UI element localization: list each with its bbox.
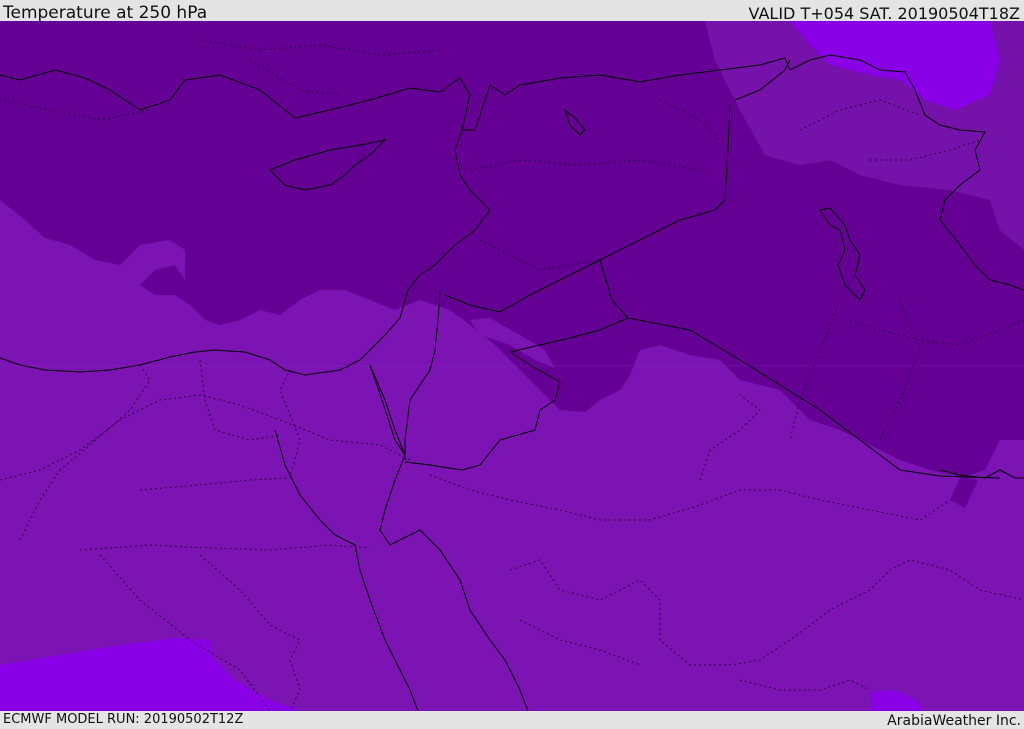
temperature-map-svg: [0, 21, 1024, 711]
model-run-label: ECMWF MODEL RUN: 20190502T12Z: [3, 712, 244, 727]
map-title: Temperature at 250 hPa: [3, 3, 208, 23]
footer-bar: ECMWF MODEL RUN: 20190502T12Z ArabiaWeat…: [0, 711, 1024, 729]
credit-label: ArabiaWeather Inc.: [887, 713, 1021, 729]
header-bar: Temperature at 250 hPa VALID T+054 SAT. …: [0, 0, 1024, 23]
weather-map[interactable]: [0, 21, 1024, 711]
